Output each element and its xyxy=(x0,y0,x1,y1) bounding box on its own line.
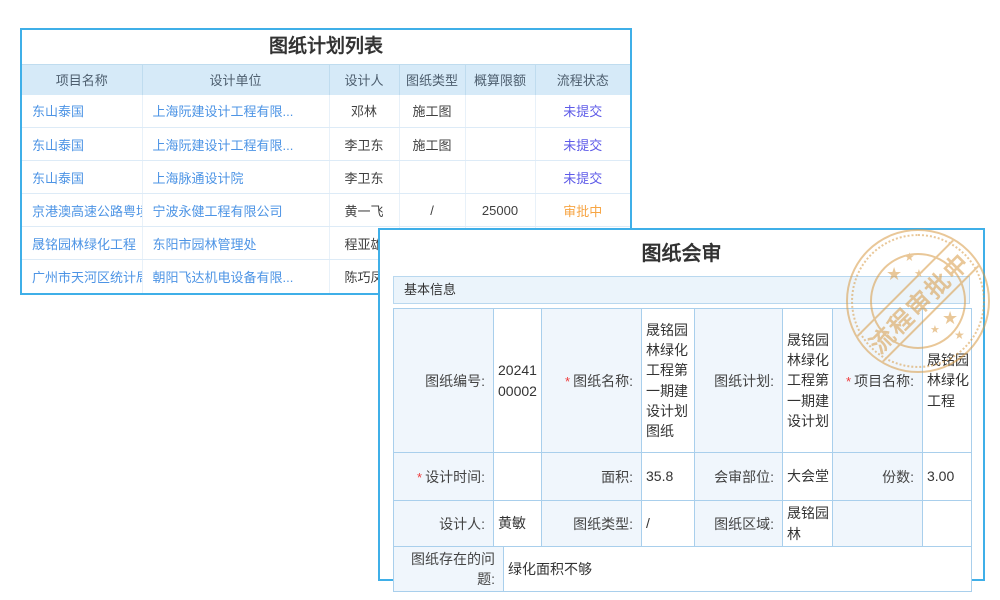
review-title: 图纸会审 xyxy=(380,230,983,276)
designer-cell: 李卫东 xyxy=(329,128,399,161)
project-link[interactable]: 东山泰国 xyxy=(22,161,142,194)
review-location-value: 大会堂 xyxy=(783,453,833,501)
drawing-type-label: 图纸类型: xyxy=(542,501,642,547)
unit-link[interactable]: 东阳市园林管理处 xyxy=(142,227,329,260)
drawing-problems-label: 图纸存在的问题: xyxy=(394,547,504,592)
design-time-label: *设计时间: xyxy=(394,453,494,501)
type-cell: 施工图 xyxy=(399,95,465,128)
area-label: 面积: xyxy=(542,453,642,501)
budget-cell: 25000 xyxy=(465,194,535,227)
table-row: 京港澳高速公路粤境... 宁波永健工程有限公司 黄一飞 / 25000 审批中 xyxy=(22,194,630,227)
project-link[interactable]: 东山泰国 xyxy=(22,95,142,128)
drawing-region-label: 图纸区域: xyxy=(695,501,783,547)
unit-link[interactable]: 宁波永健工程有限公司 xyxy=(142,194,329,227)
col-header-type: 图纸类型 xyxy=(399,65,465,95)
drawing-plan-value: 晟铭园林绿化工程第一期建设计划 xyxy=(783,309,833,453)
review-location-label: 会审部位: xyxy=(695,453,783,501)
type-cell: 施工图 xyxy=(399,128,465,161)
unit-link[interactable]: 朝阳飞达机电设备有限... xyxy=(142,260,329,293)
project-name-value: 晟铭园林绿化工程 xyxy=(923,309,972,453)
project-link[interactable]: 东山泰国 xyxy=(22,128,142,161)
drawing-no-label: 图纸编号: xyxy=(394,309,494,453)
review-problems-table: 图纸存在的问题: 绿化面积不够 xyxy=(393,546,972,592)
drawing-review-panel: 图纸会审 基本信息 图纸编号: 2024100002 *图纸名称: 晟铭园林绿化… xyxy=(378,228,985,581)
empty-value-cell xyxy=(923,501,972,547)
drawing-no-value: 2024100002 xyxy=(494,309,542,453)
basic-info-section-header: 基本信息 xyxy=(393,276,970,304)
status-badge: 未提交 xyxy=(535,161,630,194)
col-header-designer: 设计人 xyxy=(329,65,399,95)
required-asterisk: * xyxy=(417,470,422,485)
project-link[interactable]: 晟铭园林绿化工程 xyxy=(22,227,142,260)
design-time-value xyxy=(494,453,542,501)
required-asterisk: * xyxy=(846,374,851,389)
drawing-name-label: *图纸名称: xyxy=(542,309,642,453)
project-link[interactable]: 广州市天河区统计局... xyxy=(22,260,142,293)
copies-label: 份数: xyxy=(833,453,923,501)
required-asterisk: * xyxy=(565,374,570,389)
designer-cell: 邓林 xyxy=(329,95,399,128)
drawing-region-value: 晟铭园林 xyxy=(783,501,833,547)
plan-table-header-row: 项目名称 设计单位 设计人 图纸类型 概算限额 流程状态 xyxy=(22,65,630,95)
copies-value: 3.00 xyxy=(923,453,972,501)
budget-cell xyxy=(465,128,535,161)
status-badge: 未提交 xyxy=(535,95,630,128)
drawing-problems-value: 绿化面积不够 xyxy=(504,547,972,592)
project-link[interactable]: 京港澳高速公路粤境... xyxy=(22,194,142,227)
designer-cell: 黄一飞 xyxy=(329,194,399,227)
col-header-project: 项目名称 xyxy=(22,65,142,95)
unit-link[interactable]: 上海阮建设计工程有限... xyxy=(142,128,329,161)
status-badge: 未提交 xyxy=(535,128,630,161)
review-form-table: 图纸编号: 2024100002 *图纸名称: 晟铭园林绿化工程第一期建设计划图… xyxy=(393,308,972,547)
table-row: 东山泰国 上海阮建设计工程有限... 李卫东 施工图 未提交 xyxy=(22,128,630,161)
plan-list-title: 图纸计划列表 xyxy=(22,30,630,64)
designer-cell: 李卫东 xyxy=(329,161,399,194)
drawing-name-value: 晟铭园林绿化工程第一期建设计划图纸 xyxy=(642,309,695,453)
unit-link[interactable]: 上海脉通设计院 xyxy=(142,161,329,194)
unit-link[interactable]: 上海阮建设计工程有限... xyxy=(142,95,329,128)
drawing-type-value: / xyxy=(642,501,695,547)
col-header-budget: 概算限额 xyxy=(465,65,535,95)
col-header-status: 流程状态 xyxy=(535,65,630,95)
table-row: 东山泰国 上海脉通设计院 李卫东 未提交 xyxy=(22,161,630,194)
col-header-unit: 设计单位 xyxy=(142,65,329,95)
area-value: 35.8 xyxy=(642,453,695,501)
table-row: 东山泰国 上海阮建设计工程有限... 邓林 施工图 未提交 xyxy=(22,95,630,128)
empty-label-cell xyxy=(833,501,923,547)
type-cell xyxy=(399,161,465,194)
designer-label: 设计人: xyxy=(394,501,494,547)
drawing-plan-label: 图纸计划: xyxy=(695,309,783,453)
type-cell: / xyxy=(399,194,465,227)
project-name-label: *项目名称: xyxy=(833,309,923,453)
budget-cell xyxy=(465,161,535,194)
designer-value: 黄敏 xyxy=(494,501,542,547)
status-badge: 审批中 xyxy=(535,194,630,227)
budget-cell xyxy=(465,95,535,128)
